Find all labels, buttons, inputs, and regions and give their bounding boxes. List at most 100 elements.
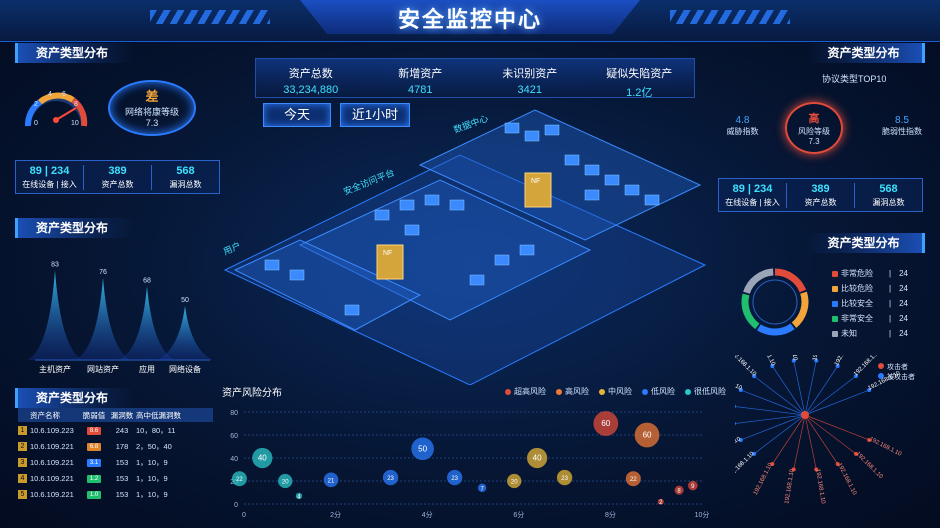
donut-inner-ring: [752, 279, 798, 325]
vuln-badge: 1.2: [87, 475, 101, 483]
risk-chart-title: 资产风险分布: [222, 388, 282, 399]
vuln-levels: 1，10，9: [136, 489, 168, 499]
protocol-top10-label: 协议类型TOP10: [822, 74, 887, 84]
peak-mark: [119, 286, 175, 360]
table-row[interactable]: 1 10.6.109.223 8.6 243 10，80，11: [18, 422, 213, 438]
risk-legend-item[interactable]: 中风险: [599, 386, 632, 397]
legend-label: 非常危险: [841, 269, 873, 278]
attack-edge: [804, 414, 870, 441]
risk-scatter-chart: 02040608002分4分6分8分10分2240204212350237204…: [230, 410, 709, 519]
risk-bubble-label: 50: [418, 444, 427, 453]
x-tick-label: 0: [242, 512, 246, 519]
header-decor-right: [670, 10, 790, 24]
asset-ip: 10.6.109.221: [30, 473, 74, 483]
peak-value-label: 50: [181, 297, 189, 304]
zone-label-users: 用户: [221, 239, 242, 256]
donut-slice: [741, 293, 760, 330]
legend-label: 超高风险: [514, 387, 546, 396]
attack-node-label: 192.168.1.10: [784, 468, 796, 504]
y-tick-label: 80: [230, 410, 238, 417]
attack-node-label: 192.168.1.10: [735, 355, 757, 378]
table-row[interactable]: 2 10.6.109.221 6.8 178 2，50，40: [18, 438, 213, 454]
gauge-tick: 2: [34, 101, 38, 108]
risk-legend-item[interactable]: 低风险: [642, 386, 675, 397]
stat-unidentified-assets: 未识别资产 3421: [475, 59, 585, 97]
left-panel2-title: 资产类型分布: [15, 218, 135, 238]
stat-vuln-total: 568 漏洞总数: [855, 183, 922, 208]
stat-label: 资产总数: [804, 197, 837, 207]
risk-grade-badge: 高 风险等级 7.3: [785, 102, 843, 154]
vuln-value: 8.5: [895, 115, 909, 126]
stat-value: 389: [811, 182, 830, 195]
left-panel1-title: 资产类型分布: [15, 43, 135, 63]
vuln-badge: 8.6: [87, 427, 101, 435]
stat-value: 568: [879, 182, 898, 195]
risk-chart-legend: 超高风险 高风险 中风险 低风险 很低风险: [505, 386, 736, 397]
attack-edge: [753, 414, 806, 455]
risk-legend-item[interactable]: 超高风险: [505, 386, 546, 397]
legend-value: 24: [899, 314, 908, 323]
gauge-tick: 4: [48, 91, 52, 98]
left-stat-box: 89 | 234 在线设备 | 接入 389 资产总数 568 漏洞总数: [15, 160, 220, 194]
donut-slice: [756, 323, 795, 336]
vuln-label: 脆弱性指数: [882, 127, 922, 136]
vuln-badge: 6.8: [87, 443, 101, 451]
stat-label: 疑似失陷资产: [606, 68, 673, 80]
stat-asset-total: 389 资产总数: [84, 164, 152, 190]
donut-slice: [774, 268, 807, 293]
threat-label: 威胁指数: [726, 127, 759, 136]
top-stats-bar: 资产总数 33,234,880 新增资产 4781 未识别资产 3421 疑似失…: [255, 58, 695, 99]
legend-value: 24: [899, 269, 908, 278]
rank-badge: 3: [18, 458, 27, 467]
stat-label: 资产总数: [101, 179, 134, 189]
donut-legend-item: 非常安全 | 24: [832, 311, 932, 326]
attack-node-label: 192.168.1.10: [786, 355, 798, 362]
asset-table: 资产名称 脆弱值 漏洞数 高中低漏洞数 1 10.6.109.223 8.6 243 1…: [18, 408, 213, 502]
legend-label: 非常安全: [841, 314, 873, 323]
attack-edge: [804, 389, 870, 416]
left-panel3-title: 资产类型分布: [15, 388, 135, 408]
vuln-count: 153: [115, 489, 129, 499]
gauge-tick: 10: [71, 120, 79, 127]
risk-bubble-label: 20: [282, 480, 289, 486]
attack-node-label: 192.168.1.10: [853, 355, 882, 378]
stat-total-assets: 资产总数 33,234,880: [256, 59, 366, 97]
table-row[interactable]: 4 10.6.109.221 1.2 153 1，10，9: [18, 470, 213, 486]
asset-ip: 10.6.109.221: [30, 457, 74, 467]
asset-type-peak-chart: 83 主机资产 76 网站资产 68 应用 50 网络设备: [27, 261, 213, 374]
column-header: 资产名称: [30, 410, 60, 420]
table-row[interactable]: 5 10.6.109.221 1.0 153 1，10，9: [18, 486, 213, 502]
vuln-levels: 1，10，9: [136, 457, 168, 467]
y-tick-label: 60: [230, 433, 238, 440]
zone-label-data-center: 数据中心: [452, 112, 490, 135]
stat-online-devices: 89 | 234 在线设备 | 接入: [16, 164, 84, 190]
attack-node-label: 192.168.1.10: [753, 462, 775, 497]
threat-value: 4.8: [735, 115, 750, 126]
attack-node-label: 192.168.1.10: [812, 355, 824, 361]
health-grade-badge: 差 网络将康等级 7.3: [108, 80, 196, 136]
risk-legend-item[interactable]: 很低风险: [685, 386, 726, 397]
stat-value: 389: [108, 164, 127, 177]
y-tick-label: 40: [230, 456, 238, 463]
table-header: 资产名称 脆弱值 漏洞数 高中低漏洞数: [18, 408, 213, 422]
column-header: 漏洞数: [110, 410, 134, 420]
attack-node: [735, 421, 736, 426]
legend-value: 24: [899, 299, 908, 308]
asset-ip: 10.6.109.221: [30, 489, 74, 499]
attack-edge: [804, 414, 857, 455]
legend-label: 高风险: [565, 387, 589, 396]
attack-node: [735, 404, 736, 409]
table-row[interactable]: 3 10.6.109.221 3.1 153 1，10，9: [18, 454, 213, 470]
attack-node-label: 192.168.1.10: [868, 436, 903, 458]
vuln-levels: 10，80，11: [136, 425, 176, 435]
y-tick-label: 0: [234, 502, 238, 509]
legend-value: 24: [899, 329, 908, 338]
attack-center-node: [801, 411, 809, 419]
risk-label: 风险等级: [798, 127, 830, 136]
risk-bubble-label: 40: [533, 454, 542, 463]
risk-legend-item[interactable]: 高风险: [556, 386, 589, 397]
column-header: 高中低漏洞数: [136, 410, 181, 420]
vuln-count: 243: [115, 425, 129, 435]
legend-label: 未知: [841, 329, 857, 338]
health-grade: 差: [145, 89, 159, 104]
